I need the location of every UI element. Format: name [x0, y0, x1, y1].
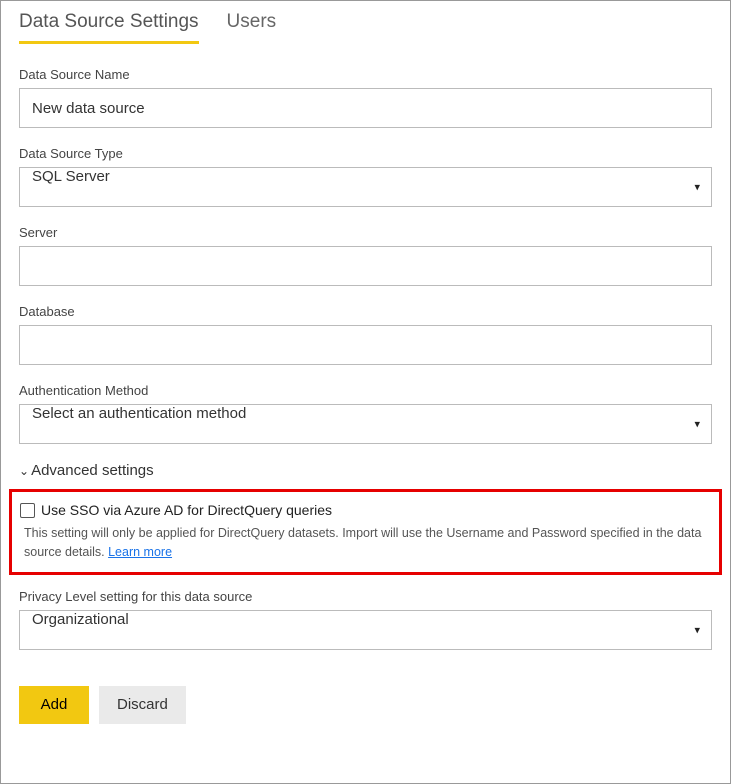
field-data-source-type: Data Source Type SQL Server ▾ [19, 146, 712, 207]
input-database[interactable] [19, 325, 712, 365]
field-data-source-name: Data Source Name [19, 67, 712, 128]
label-data-source-name: Data Source Name [19, 67, 712, 82]
footer-buttons: Add Discard [1, 668, 730, 724]
label-authentication-method: Authentication Method [19, 383, 712, 398]
tab-data-source-settings[interactable]: Data Source Settings [19, 11, 199, 44]
field-authentication-method: Authentication Method Select an authenti… [19, 383, 712, 444]
select-privacy-level[interactable]: Organizational [19, 610, 712, 650]
label-server: Server [19, 225, 712, 240]
label-privacy-level: Privacy Level setting for this data sour… [19, 589, 712, 604]
learn-more-link[interactable]: Learn more [108, 545, 172, 559]
field-database: Database [19, 304, 712, 365]
select-authentication-method[interactable]: Select an authentication method [19, 404, 712, 444]
label-database: Database [19, 304, 712, 319]
tab-users[interactable]: Users [227, 11, 277, 44]
sso-checkbox-label: Use SSO via Azure AD for DirectQuery que… [41, 502, 332, 518]
field-server: Server [19, 225, 712, 286]
label-data-source-type: Data Source Type [19, 146, 712, 161]
settings-form: Data Source Name Data Source Type SQL Se… [1, 45, 730, 479]
tab-bar: Data Source Settings Users [1, 1, 730, 45]
sso-highlight-box: Use SSO via Azure AD for DirectQuery que… [9, 489, 722, 575]
field-privacy-level: Privacy Level setting for this data sour… [19, 589, 712, 650]
input-data-source-name[interactable] [19, 88, 712, 128]
select-data-source-type[interactable]: SQL Server [19, 167, 712, 207]
advanced-settings-toggle[interactable]: ⌄ Advanced settings [19, 462, 712, 479]
sso-helper-text: This setting will only be applied for Di… [20, 524, 711, 562]
discard-button[interactable]: Discard [99, 686, 186, 724]
advanced-settings-label: Advanced settings [31, 462, 154, 479]
input-server[interactable] [19, 246, 712, 286]
sso-checkbox[interactable] [20, 503, 35, 518]
chevron-down-icon: ⌄ [19, 464, 29, 478]
add-button[interactable]: Add [19, 686, 89, 724]
sso-checkbox-row: Use SSO via Azure AD for DirectQuery que… [20, 502, 711, 518]
